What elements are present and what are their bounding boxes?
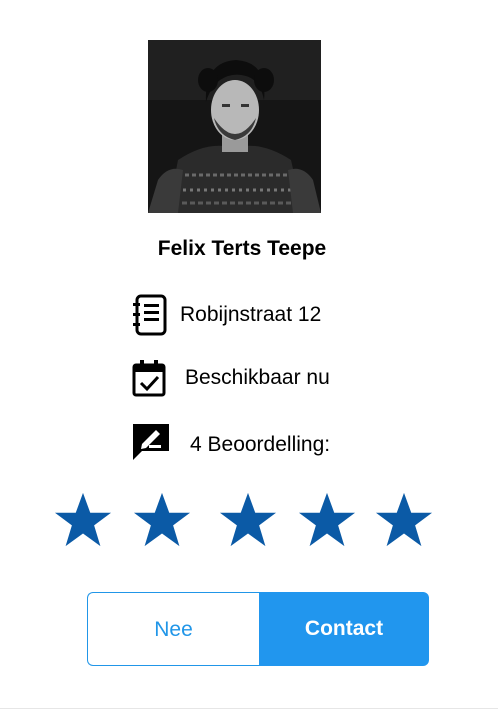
profile-photo	[148, 40, 321, 213]
rating-text: 4 Beoordelling:	[190, 433, 331, 456]
rating-stars	[54, 491, 434, 549]
address-row: Robijnstraat 12	[130, 293, 321, 337]
star-icon[interactable]	[298, 491, 356, 549]
availability-text: Beschikbaar nu	[185, 366, 330, 389]
star-icon[interactable]	[133, 491, 191, 549]
contact-button[interactable]: Contact	[259, 592, 429, 666]
star-icon[interactable]	[219, 491, 277, 549]
star-icon[interactable]	[375, 491, 433, 549]
review-pen-icon	[131, 422, 171, 462]
nee-button[interactable]: Nee	[87, 592, 259, 666]
availability-row: Beschikbaar nu	[131, 358, 330, 398]
address-text: Robijnstraat 12	[180, 303, 322, 326]
star-icon[interactable]	[54, 491, 112, 549]
profile-photo-image	[148, 40, 321, 213]
bottom-divider	[0, 708, 498, 709]
rating-row: 4 Beoordelling:	[131, 422, 330, 462]
profile-name: Felix Terts Teepe	[157, 237, 327, 260]
address-book-icon	[130, 293, 170, 337]
calendar-check-icon	[131, 358, 167, 398]
